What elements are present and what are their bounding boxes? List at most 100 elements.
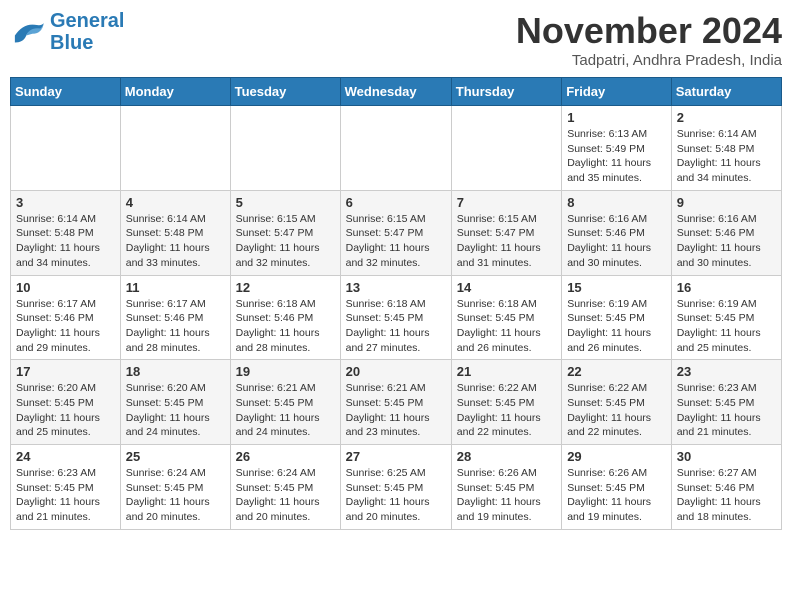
day-info: Sunrise: 6:25 AM Sunset: 5:45 PM Dayligh… (346, 466, 446, 525)
day-number: 30 (677, 449, 776, 464)
calendar-cell: 5Sunrise: 6:15 AM Sunset: 5:47 PM Daylig… (230, 190, 340, 275)
day-info: Sunrise: 6:15 AM Sunset: 5:47 PM Dayligh… (346, 212, 446, 271)
day-number: 25 (126, 449, 225, 464)
day-number: 6 (346, 195, 446, 210)
day-number: 9 (677, 195, 776, 210)
page-header: General Blue November 2024 Tadpatri, And… (10, 10, 782, 69)
day-number: 22 (567, 364, 666, 379)
calendar-cell: 28 Sunrise: 6:26 AM Sunset: 5:45 PM Dayli… (451, 445, 561, 530)
calendar-cell: 14Sunrise: 6:18 AM Sunset: 5:45 PM Dayli… (451, 275, 561, 360)
column-header-friday: Friday (562, 78, 672, 106)
day-info: Sunrise: 6:15 AM Sunset: 5:47 PM Dayligh… (236, 212, 335, 271)
column-header-monday: Monday (120, 78, 230, 106)
day-number: 1 (567, 110, 666, 125)
day-info: Sunrise: 6:17 AM Sunset: 5:46 PM Dayligh… (126, 297, 225, 356)
calendar-cell: 21 Sunrise: 6:22 AM Sunset: 5:45 PM Dayli… (451, 360, 561, 445)
day-number: 29 (567, 449, 666, 464)
calendar-body: 1 Sunrise: 6:13 AM Sunset: 5:49 PM Daylig… (11, 106, 782, 530)
day-info: Sunrise: 6:14 AM Sunset: 5:48 PM Dayligh… (16, 212, 115, 271)
calendar-cell: 24 Sunrise: 6:23 AM Sunset: 5:45 PM Dayli… (11, 445, 121, 530)
calendar-row: 3 Sunrise: 6:14 AM Sunset: 5:48 PM Daylig… (11, 190, 782, 275)
day-info: Sunrise: 6:22 AM Sunset: 5:45 PM Dayligh… (567, 381, 666, 440)
day-info: Sunrise: 6:14 AM Sunset: 5:48 PM Dayligh… (126, 212, 225, 271)
calendar-cell: 27 Sunrise: 6:25 AM Sunset: 5:45 PM Dayli… (340, 445, 451, 530)
calendar-cell (11, 106, 121, 191)
day-info: Sunrise: 6:18 AM Sunset: 5:46 PM Dayligh… (236, 297, 335, 356)
calendar-cell: 7 Sunrise: 6:15 AM Sunset: 5:47 PM Daylig… (451, 190, 561, 275)
calendar-cell: 25 Sunrise: 6:24 AM Sunset: 5:45 PM Dayli… (120, 445, 230, 530)
calendar-cell: 17Sunrise: 6:20 AM Sunset: 5:45 PM Dayli… (11, 360, 121, 445)
day-info: Sunrise: 6:14 AM Sunset: 5:48 PM Dayligh… (677, 127, 776, 186)
day-number: 23 (677, 364, 776, 379)
day-info: Sunrise: 6:21 AM Sunset: 5:45 PM Dayligh… (236, 381, 335, 440)
calendar-cell: 26Sunrise: 6:24 AM Sunset: 5:45 PM Dayli… (230, 445, 340, 530)
column-header-thursday: Thursday (451, 78, 561, 106)
day-info: Sunrise: 6:13 AM Sunset: 5:49 PM Dayligh… (567, 127, 666, 186)
day-info: Sunrise: 6:26 AM Sunset: 5:45 PM Dayligh… (567, 466, 666, 525)
calendar-cell: 6 Sunrise: 6:15 AM Sunset: 5:47 PM Daylig… (340, 190, 451, 275)
month-title: November 2024 (516, 10, 782, 52)
calendar-row: 24 Sunrise: 6:23 AM Sunset: 5:45 PM Dayli… (11, 445, 782, 530)
day-info: Sunrise: 6:18 AM Sunset: 5:45 PM Dayligh… (346, 297, 446, 356)
day-number: 21 (457, 364, 556, 379)
day-number: 8 (567, 195, 666, 210)
day-info: Sunrise: 6:23 AM Sunset: 5:45 PM Dayligh… (16, 466, 115, 525)
calendar-cell: 22 Sunrise: 6:22 AM Sunset: 5:45 PM Dayli… (562, 360, 672, 445)
day-number: 17 (16, 364, 115, 379)
subtitle: Tadpatri, Andhra Pradesh, India (516, 52, 782, 69)
calendar-cell: 19 Sunrise: 6:21 AM Sunset: 5:45 PM Dayli… (230, 360, 340, 445)
day-number: 20 (346, 364, 446, 379)
day-number: 19 (236, 364, 335, 379)
column-header-saturday: Saturday (671, 78, 781, 106)
day-info: Sunrise: 6:26 AM Sunset: 5:45 PM Dayligh… (457, 466, 556, 525)
calendar-cell: 16Sunrise: 6:19 AM Sunset: 5:45 PM Dayli… (671, 275, 781, 360)
day-info: Sunrise: 6:17 AM Sunset: 5:46 PM Dayligh… (16, 297, 115, 356)
day-number: 13 (346, 280, 446, 295)
calendar-cell: 20 Sunrise: 6:21 AM Sunset: 5:45 PM Dayli… (340, 360, 451, 445)
calendar-row: 1 Sunrise: 6:13 AM Sunset: 5:49 PM Daylig… (11, 106, 782, 191)
day-info: Sunrise: 6:23 AM Sunset: 5:45 PM Dayligh… (677, 381, 776, 440)
logo-text: General Blue (50, 10, 124, 54)
calendar-cell: 23 Sunrise: 6:23 AM Sunset: 5:45 PM Dayli… (671, 360, 781, 445)
day-info: Sunrise: 6:16 AM Sunset: 5:46 PM Dayligh… (567, 212, 666, 271)
calendar-row: 17 Sunrise: 6:20 AM Sunset: 5:45 PM Dayli… (11, 360, 782, 445)
calendar-cell: 15 Sunrise: 6:19 AM Sunset: 5:45 PM Dayli… (562, 275, 672, 360)
calendar-cell: 13 Sunrise: 6:18 AM Sunset: 5:45 PM Dayli… (340, 275, 451, 360)
calendar-cell: 2 Sunrise: 6:14 AM Sunset: 5:48 PM Daylig… (671, 106, 781, 191)
logo-icon (10, 18, 46, 46)
day-number: 16 (677, 280, 776, 295)
day-info: Sunrise: 6:19 AM Sunset: 5:45 PM Dayligh… (567, 297, 666, 356)
day-number: 12 (236, 280, 335, 295)
day-number: 15 (567, 280, 666, 295)
calendar-cell (120, 106, 230, 191)
day-info: Sunrise: 6:24 AM Sunset: 5:45 PM Dayligh… (126, 466, 225, 525)
calendar-cell: 11Sunrise: 6:17 AM Sunset: 5:46 PM Dayli… (120, 275, 230, 360)
calendar-cell: 4Sunrise: 6:14 AM Sunset: 5:48 PM Daylig… (120, 190, 230, 275)
calendar-cell: 9 Sunrise: 6:16 AM Sunset: 5:46 PM Daylig… (671, 190, 781, 275)
day-info: Sunrise: 6:15 AM Sunset: 5:47 PM Dayligh… (457, 212, 556, 271)
calendar-cell: 10 Sunrise: 6:17 AM Sunset: 5:46 PM Dayli… (11, 275, 121, 360)
calendar-cell (230, 106, 340, 191)
day-number: 18 (126, 364, 225, 379)
day-number: 28 (457, 449, 556, 464)
calendar-cell: 12 Sunrise: 6:18 AM Sunset: 5:46 PM Dayli… (230, 275, 340, 360)
calendar-cell (451, 106, 561, 191)
day-info: Sunrise: 6:20 AM Sunset: 5:45 PM Dayligh… (126, 381, 225, 440)
calendar-cell: 30Sunrise: 6:27 AM Sunset: 5:46 PM Dayli… (671, 445, 781, 530)
calendar-header: SundayMondayTuesdayWednesdayThursdayFrid… (11, 78, 782, 106)
calendar-cell: 3 Sunrise: 6:14 AM Sunset: 5:48 PM Daylig… (11, 190, 121, 275)
calendar-row: 10 Sunrise: 6:17 AM Sunset: 5:46 PM Dayli… (11, 275, 782, 360)
day-number: 27 (346, 449, 446, 464)
day-info: Sunrise: 6:24 AM Sunset: 5:45 PM Dayligh… (236, 466, 335, 525)
day-info: Sunrise: 6:22 AM Sunset: 5:45 PM Dayligh… (457, 381, 556, 440)
day-info: Sunrise: 6:21 AM Sunset: 5:45 PM Dayligh… (346, 381, 446, 440)
day-number: 7 (457, 195, 556, 210)
day-number: 10 (16, 280, 115, 295)
day-number: 14 (457, 280, 556, 295)
day-number: 2 (677, 110, 776, 125)
calendar-cell: 1 Sunrise: 6:13 AM Sunset: 5:49 PM Daylig… (562, 106, 672, 191)
day-number: 3 (16, 195, 115, 210)
day-number: 24 (16, 449, 115, 464)
day-info: Sunrise: 6:16 AM Sunset: 5:46 PM Dayligh… (677, 212, 776, 271)
calendar-table: SundayMondayTuesdayWednesdayThursdayFrid… (10, 77, 782, 530)
